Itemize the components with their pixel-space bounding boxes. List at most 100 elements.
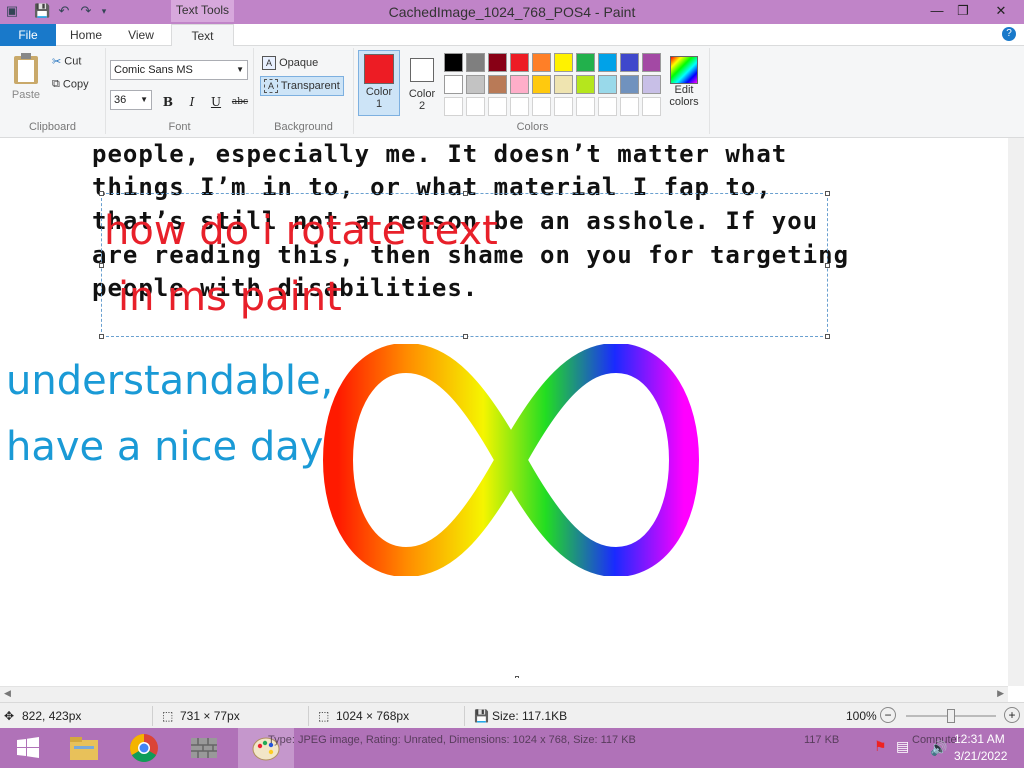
horizontal-scrollbar[interactable]: ◀ ▶ bbox=[0, 686, 1008, 702]
speaker-icon[interactable]: 🔊 bbox=[930, 740, 947, 757]
chevron-down-icon: ▼ bbox=[140, 95, 148, 104]
font-family-select[interactable]: Comic Sans MS ▼ bbox=[110, 60, 248, 80]
palette-swatch[interactable] bbox=[444, 75, 463, 94]
custom-color-slot[interactable] bbox=[532, 97, 551, 116]
tab-text[interactable]: Text bbox=[171, 24, 234, 47]
taskbar: Type: JPEG image, Rating: Unrated, Dimen… bbox=[0, 728, 1024, 768]
wall-icon bbox=[191, 738, 217, 758]
palette-swatch[interactable] bbox=[620, 53, 639, 72]
canvas[interactable]: people, especially me. It doesn’t matter… bbox=[0, 138, 1008, 678]
blue-handwritten-text: have a nice day bbox=[6, 424, 324, 470]
resize-handle[interactable] bbox=[825, 334, 830, 339]
cut-button[interactable]: ✂ Cut bbox=[52, 55, 81, 68]
restore-icon[interactable]: ❐ bbox=[948, 0, 978, 22]
chrome-icon bbox=[130, 734, 158, 762]
transparent-icon: A bbox=[264, 79, 278, 93]
image-dimensions: 1024 × 768px bbox=[336, 709, 410, 723]
windows-logo-icon bbox=[17, 737, 39, 758]
background-group-label: Background bbox=[274, 121, 333, 133]
strikethrough-button[interactable]: abc bbox=[230, 92, 250, 112]
paste-button[interactable]: Paste bbox=[8, 52, 44, 101]
clock-date[interactable]: 3/21/2022 bbox=[954, 749, 1007, 763]
font-size-select[interactable]: 36 ▼ bbox=[110, 90, 152, 110]
palette-swatch[interactable] bbox=[576, 53, 595, 72]
selection-size-icon: ⬚ bbox=[162, 709, 174, 723]
palette-swatch[interactable] bbox=[598, 75, 617, 94]
vertical-scrollbar[interactable] bbox=[1008, 138, 1024, 686]
palette-swatch[interactable] bbox=[466, 75, 485, 94]
palette-swatch[interactable] bbox=[554, 53, 573, 72]
color1-button[interactable]: Color 1 bbox=[358, 50, 400, 116]
copy-label: Copy bbox=[62, 78, 89, 91]
resize-handle[interactable] bbox=[463, 334, 468, 339]
palette-swatch[interactable] bbox=[642, 75, 661, 94]
file-size-text: 117 KB bbox=[804, 734, 840, 746]
start-button[interactable] bbox=[0, 728, 56, 768]
palette-swatch[interactable] bbox=[598, 53, 617, 72]
italic-button[interactable]: I bbox=[182, 92, 202, 112]
custom-color-slot[interactable] bbox=[466, 97, 485, 116]
opaque-button[interactable]: A Opaque bbox=[262, 56, 318, 70]
palette-swatch[interactable] bbox=[444, 53, 463, 72]
color2-button[interactable]: Color 2 bbox=[402, 50, 442, 116]
palette-swatch[interactable] bbox=[510, 53, 529, 72]
resize-handle[interactable] bbox=[825, 263, 830, 268]
custom-color-slot[interactable] bbox=[488, 97, 507, 116]
help-icon[interactable]: ? bbox=[1002, 27, 1016, 41]
palette-swatch[interactable] bbox=[532, 53, 551, 72]
tab-file[interactable]: File bbox=[0, 24, 56, 46]
clock-time[interactable]: 12:31 AM bbox=[954, 732, 1005, 746]
palette-swatch[interactable] bbox=[620, 75, 639, 94]
tab-home[interactable]: Home bbox=[58, 24, 114, 46]
taskbar-file-explorer[interactable] bbox=[56, 728, 112, 768]
bold-button[interactable]: B bbox=[158, 92, 178, 112]
palette-swatch[interactable] bbox=[510, 75, 529, 94]
tab-view[interactable]: View bbox=[114, 24, 168, 46]
transparent-button[interactable]: A Transparent bbox=[260, 76, 344, 96]
palette-swatch[interactable] bbox=[488, 53, 507, 72]
copy-button[interactable]: ⧉ Copy bbox=[52, 78, 89, 91]
resize-handle[interactable] bbox=[99, 191, 104, 196]
scroll-left-icon[interactable]: ◀ bbox=[4, 688, 11, 699]
taskbar-chrome[interactable] bbox=[116, 728, 172, 768]
palette-swatch[interactable] bbox=[466, 53, 485, 72]
rainbow-icon bbox=[670, 56, 698, 84]
zoom-slider-thumb[interactable] bbox=[947, 709, 955, 723]
taskbar-app[interactable] bbox=[176, 728, 232, 768]
palette-swatch[interactable] bbox=[576, 75, 595, 94]
flag-warning-icon[interactable]: ⚑ bbox=[874, 738, 887, 755]
custom-color-slot[interactable] bbox=[510, 97, 529, 116]
custom-color-slot[interactable] bbox=[444, 97, 463, 116]
network-icon[interactable]: ▤ bbox=[896, 738, 909, 755]
palette-swatch[interactable] bbox=[554, 75, 573, 94]
palette-swatch[interactable] bbox=[532, 75, 551, 94]
custom-color-slot[interactable] bbox=[598, 97, 617, 116]
zoom-in-icon[interactable]: + bbox=[1004, 707, 1020, 723]
clipboard-group: Paste ✂ Cut ⧉ Copy Clipboard bbox=[0, 48, 106, 134]
resize-handle[interactable] bbox=[463, 191, 468, 196]
underline-button[interactable]: U bbox=[206, 92, 226, 112]
resize-handle[interactable] bbox=[99, 263, 104, 268]
custom-color-slot[interactable] bbox=[620, 97, 639, 116]
title-bar: ▣ 💾 ↶ ↷ ▾ Text Tools CachedImage_1024_76… bbox=[0, 0, 1024, 24]
zoom-out-icon[interactable]: − bbox=[880, 707, 896, 723]
palette-swatch[interactable] bbox=[488, 75, 507, 94]
clipboard-icon bbox=[14, 53, 38, 84]
palette-swatch[interactable] bbox=[642, 53, 661, 72]
resize-handle[interactable] bbox=[825, 191, 830, 196]
divider bbox=[464, 706, 465, 726]
close-icon[interactable]: ✕ bbox=[978, 0, 1024, 22]
scroll-right-icon[interactable]: ▶ bbox=[997, 688, 1004, 699]
custom-color-slot[interactable] bbox=[554, 97, 573, 116]
text-selection-box[interactable] bbox=[99, 191, 830, 339]
transparent-label: Transparent bbox=[280, 79, 340, 92]
blue-handwritten-text: understandable, bbox=[6, 358, 334, 404]
edit-colors-button[interactable]: Edit colors bbox=[666, 56, 702, 108]
paste-label: Paste bbox=[11, 89, 41, 101]
custom-color-slot[interactable] bbox=[642, 97, 661, 116]
resize-handle[interactable] bbox=[99, 334, 104, 339]
color2-swatch bbox=[410, 58, 434, 82]
canvas-resize-handle[interactable] bbox=[515, 676, 519, 678]
custom-color-slot[interactable] bbox=[576, 97, 595, 116]
cut-label: Cut bbox=[64, 55, 82, 68]
